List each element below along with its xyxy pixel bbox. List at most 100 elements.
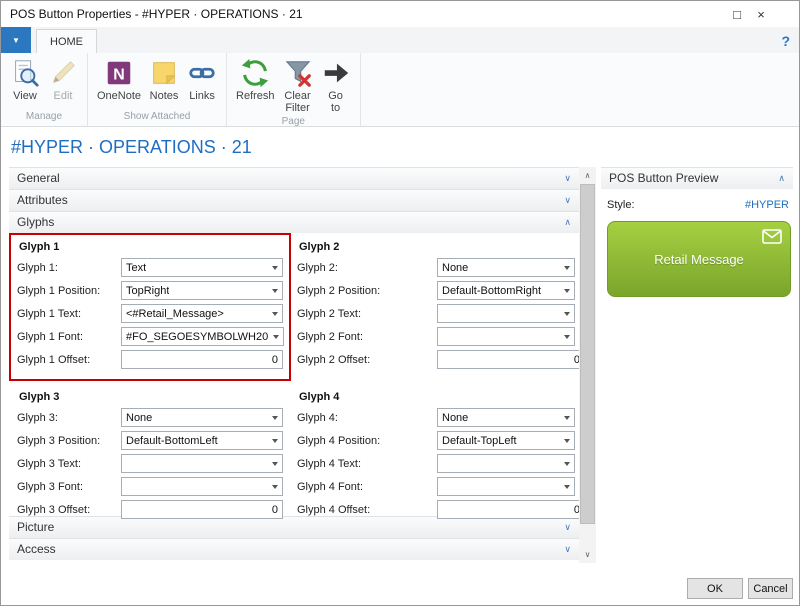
glyph2-text-select[interactable] [437,304,575,323]
view-button[interactable]: View [6,56,44,104]
style-label: Style: [607,199,635,211]
ribbon-group-page-caption: Page [232,116,355,127]
fasttab-access-label: Access [17,542,56,556]
scroll-down-icon[interactable]: ∨ [579,546,596,563]
chevron-down-icon: ∨ [564,522,571,533]
app-menu-button[interactable]: ▼ [1,27,31,53]
glyph4-font-select[interactable] [437,477,575,496]
fasttab-general[interactable]: General ∨ [9,167,579,189]
glyph1-group: Glyph 1 Glyph 1: Text Glyph 1 Position: … [15,239,285,375]
glyph1-font-select[interactable]: #FO_SEGOESYMBOLWH20 [121,327,284,346]
clear-filter-button-label: Clear Filter [284,90,310,114]
chevron-down-icon [267,455,282,472]
glyph3-position-select[interactable]: Default-BottomLeft [121,431,283,450]
scroll-up-icon[interactable]: ∧ [579,167,596,184]
maximize-button[interactable]: □ [725,1,749,27]
chevron-down-icon: ∨ [564,195,571,206]
glyph1-position-label: Glyph 1 Position: [17,285,121,297]
glyph1-type-label: Glyph 1: [17,262,121,274]
clear-filter-button[interactable]: Clear Filter [279,56,317,116]
notes-button[interactable]: Notes [145,56,183,104]
fasttab-attributes[interactable]: Attributes ∨ [9,189,579,211]
glyph3-font-label: Glyph 3 Font: [17,481,121,493]
glyph2-position-select[interactable]: Default-BottomRight [437,281,575,300]
titlebar: POS Button Properties - #HYPER · OPERATI… [1,1,799,27]
fasttab-general-label: General [17,171,60,185]
go-to-arrow-icon [321,58,351,88]
glyph4-position-label: Glyph 4 Position: [297,435,437,447]
glyph3-type-select[interactable]: None [121,408,283,427]
edit-button-label: Edit [54,90,73,102]
refresh-icon [240,58,270,88]
glyph4-type-select[interactable]: None [437,408,575,427]
preview-header[interactable]: POS Button Preview ∧ [601,167,793,189]
glyph3-offset-input[interactable] [121,500,283,519]
preview-button-label: Retail Message [654,252,744,267]
glyph3-type-label: Glyph 3: [17,412,121,424]
glyph1-text-label: Glyph 1 Text: [17,308,121,320]
preview-title: POS Button Preview [609,171,718,185]
chevron-down-icon [559,455,574,472]
chevron-down-icon [559,328,574,345]
chevron-down-icon [268,328,283,345]
sticky-note-icon [149,58,179,88]
cancel-button[interactable]: Cancel [748,578,793,599]
ribbon-tab-row: ▼ HOME ? [1,27,799,53]
view-button-label: View [13,90,37,102]
glyph2-font-label: Glyph 2 Font: [297,331,437,343]
style-row: Style: #HYPER [607,199,789,211]
chevron-down-icon: ▼ [12,36,20,45]
onenote-button[interactable]: N OneNote [93,56,145,104]
glyph2-position-label: Glyph 2 Position: [297,285,437,297]
pos-button-preview-panel: POS Button Preview ∧ Style: #HYPER Retai… [601,167,793,297]
refresh-button-label: Refresh [236,90,275,102]
vertical-scrollbar[interactable]: ∧ ∨ [579,167,596,563]
edit-button[interactable]: Edit [44,56,82,104]
glyph3-text-select[interactable] [121,454,283,473]
style-value-link[interactable]: #HYPER [745,199,789,211]
chevron-down-icon [559,409,574,426]
glyph2-type-select[interactable]: None [437,258,575,277]
edit-pencil-icon [48,58,78,88]
glyph4-position-select[interactable]: Default-TopLeft [437,431,575,450]
glyph3-heading: Glyph 3 [19,391,283,403]
tab-home[interactable]: HOME [36,29,97,53]
glyph4-text-select[interactable] [437,454,575,473]
ribbon: View Edit Manage [1,53,799,127]
fasttab-picture-label: Picture [17,520,54,534]
window-controls: □ × [725,1,773,27]
links-button-label: Links [189,90,215,102]
glyph1-position-select[interactable]: TopRight [121,281,283,300]
glyph3-font-select[interactable] [121,477,283,496]
links-button[interactable]: Links [183,56,221,104]
refresh-button[interactable]: Refresh [232,56,279,104]
glyph3-offset-label: Glyph 3 Offset: [17,504,121,516]
goto-button[interactable]: Go to [317,56,355,116]
glyph4-offset-input[interactable] [437,500,579,519]
ribbon-group-page: Refresh Clear Filter [227,53,361,126]
clear-filter-funnel-icon [283,58,313,88]
glyph2-font-select[interactable] [437,327,575,346]
chevron-down-icon [559,432,574,449]
scrollbar-thumb[interactable] [580,184,595,524]
chevron-down-icon [267,409,282,426]
glyphs-section-body: Glyph 1 Glyph 1: Text Glyph 1 Position: … [9,233,579,516]
fasttab-attributes-label: Attributes [17,193,68,207]
chevron-down-icon [267,478,282,495]
glyph2-type-label: Glyph 2: [297,262,437,274]
glyph1-text-select[interactable]: <#Retail_Message> [121,304,283,323]
fasttab-access[interactable]: Access ∨ [9,538,579,560]
glyph4-font-label: Glyph 4 Font: [297,481,437,493]
glyph1-type-select[interactable]: Text [121,258,283,277]
glyph2-offset-input[interactable] [437,350,579,369]
chevron-down-icon [559,305,574,322]
chevron-up-icon: ∧ [778,173,785,184]
close-button[interactable]: × [749,1,773,27]
fasttab-glyphs[interactable]: Glyphs ∧ [9,211,579,233]
ribbon-group-show-attached-caption: Show Attached [93,111,221,126]
glyph1-offset-input[interactable] [121,350,283,369]
chevron-down-icon [267,259,282,276]
glyph2-group: Glyph 2 Glyph 2: None Glyph 2 Position: … [295,239,577,375]
ok-button[interactable]: OK [687,578,743,599]
help-icon[interactable]: ? [781,33,790,49]
